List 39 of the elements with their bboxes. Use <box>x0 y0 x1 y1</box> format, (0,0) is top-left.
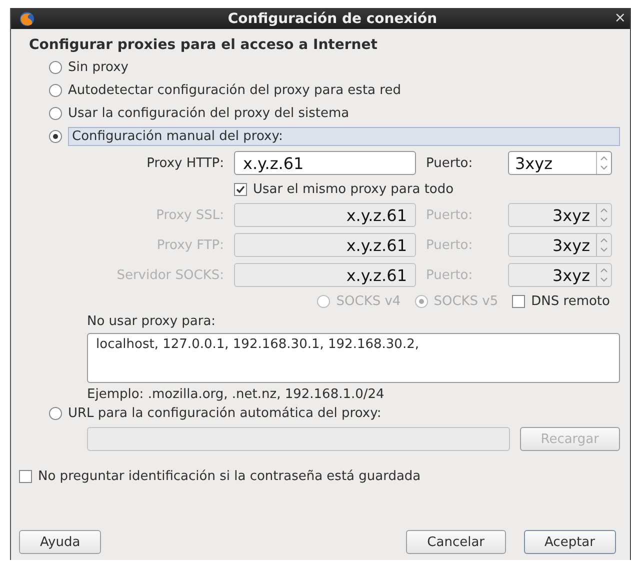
radio-button[interactable] <box>414 294 428 308</box>
radio-button[interactable] <box>49 61 62 74</box>
ok-button[interactable]: Aceptar <box>524 530 616 554</box>
radio-label[interactable]: Autodetectar configuración del proxy para esta red <box>68 83 401 98</box>
field-label: Servidor SOCKS: <box>116 268 224 282</box>
field-label: Puerto: <box>426 208 474 222</box>
radio-button[interactable] <box>49 130 62 143</box>
cancel-button[interactable]: Cancelar <box>406 530 506 554</box>
url-field[interactable] <box>87 427 510 451</box>
field-label: Proxy HTTP: <box>146 156 224 170</box>
globe-icon <box>19 10 35 26</box>
field-label: Puerto: <box>426 238 474 252</box>
example-text: Ejemplo: .mozilla.org, .net.nz, 192.168.1.0/24 <box>87 387 386 402</box>
radio-button[interactable] <box>49 107 62 120</box>
no-proxy-field[interactable]: localhost, 127.0.0.1, 192.168.30.1, 192.168.30.2, <box>87 333 620 383</box>
field-label: No usar proxy para: <box>87 314 217 329</box>
radio-button[interactable] <box>49 407 62 420</box>
radio-label[interactable]: Sin proxy <box>68 60 128 75</box>
field-label: Proxy FTP: <box>156 238 224 252</box>
radio-button[interactable] <box>49 84 62 97</box>
field-label: Puerto: <box>426 156 474 170</box>
radio-button[interactable] <box>317 294 330 308</box>
section-heading: Configurar proxies para el acceso a Internet <box>29 37 378 53</box>
radio-label[interactable]: URL para la configuración automática del proxy: <box>68 406 382 421</box>
window-title: Configuración de conexión <box>228 10 438 26</box>
radio-label[interactable]: Configuración manual del proxy: <box>68 127 620 146</box>
close-button[interactable]: × <box>614 10 626 26</box>
checkbox[interactable] <box>512 294 526 308</box>
radio-label[interactable]: Usar la configuración del proxy del sistema <box>68 106 350 121</box>
help-button[interactable]: Ayuda <box>19 530 102 554</box>
checkbox[interactable] <box>19 470 32 482</box>
field-label: Proxy SSL: <box>155 208 224 222</box>
checkbox-label[interactable]: No preguntar identificación si la contraseña está guardada <box>38 468 421 484</box>
checkbox-label[interactable]: DNS remoto <box>531 294 610 308</box>
field-label: Puerto: <box>426 268 474 282</box>
port-field[interactable]: 3xyz <box>508 151 612 175</box>
checkbox[interactable] <box>234 182 247 196</box>
checkbox-label[interactable]: Usar el mismo proxy para todo <box>253 182 454 196</box>
host-field[interactable]: x.y.z.61 <box>234 151 416 175</box>
